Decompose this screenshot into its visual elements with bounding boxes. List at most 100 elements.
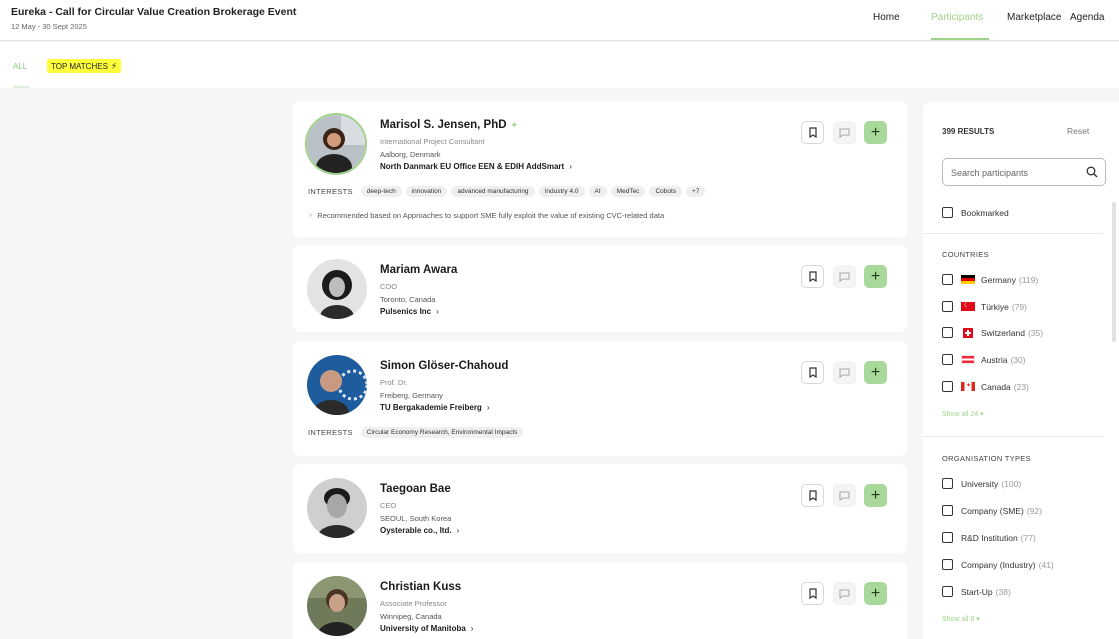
bookmark-icon xyxy=(808,271,817,282)
checkbox[interactable] xyxy=(942,274,953,285)
org-types-show-all[interactable]: Show all 8 ▾ xyxy=(942,615,980,623)
org-type-filter[interactable]: Company (SME) (92) xyxy=(942,505,1042,516)
country-count: (79) xyxy=(1011,301,1027,312)
country-filter-austria[interactable]: Austria (30) xyxy=(942,354,1026,365)
message-button[interactable] xyxy=(833,265,856,288)
country-filter-switzerland[interactable]: Switzerland (35) xyxy=(942,327,1043,338)
interest-tag: Circular Economy Research, Environmental… xyxy=(360,427,524,438)
org-type-name: Company (SME) xyxy=(961,505,1024,516)
bookmark-button[interactable] xyxy=(801,582,824,605)
checkbox[interactable] xyxy=(942,327,953,338)
bookmarked-filter[interactable]: Bookmarked xyxy=(942,207,1009,218)
message-button[interactable] xyxy=(833,121,856,144)
org-type-count: (92) xyxy=(1026,505,1042,516)
participant-organisation[interactable]: North Danmark EU Office EEN & EDIH AddSm… xyxy=(380,162,572,171)
connect-button[interactable]: + xyxy=(864,361,887,384)
participant-name[interactable]: Simon Glöser-Chahoud xyxy=(380,360,508,372)
country-name: Austria xyxy=(981,354,1008,365)
filter-label: University (100) xyxy=(961,479,1021,489)
connect-button[interactable]: + xyxy=(864,484,887,507)
checkbox[interactable] xyxy=(942,532,953,543)
checkbox[interactable] xyxy=(942,354,953,365)
chat-icon xyxy=(839,588,850,599)
interest-tag: Industry 4.0 xyxy=(538,186,585,197)
checkbox[interactable] xyxy=(942,586,953,597)
org-type-count: (77) xyxy=(1020,532,1036,543)
bookmark-button[interactable] xyxy=(801,121,824,144)
plus-icon: + xyxy=(870,584,881,602)
checkbox[interactable] xyxy=(942,207,953,218)
scrollbar[interactable] xyxy=(1112,202,1116,342)
org-type-filter[interactable]: Start-Up (38) xyxy=(942,586,1011,597)
participant-card[interactable]: Mariam Awara COO Toronto, Canada Pulseni… xyxy=(293,245,907,332)
filter-label: Switzerland (35) xyxy=(981,328,1043,338)
connect-button[interactable]: + xyxy=(864,582,887,605)
nav-home[interactable]: Home xyxy=(873,12,900,23)
checkbox[interactable] xyxy=(942,301,953,312)
participant-name[interactable]: Mariam Awara xyxy=(380,264,457,276)
message-button[interactable] xyxy=(833,582,856,605)
bookmark-button[interactable] xyxy=(801,265,824,288)
participant-organisation[interactable]: Oysterable co., ltd. › xyxy=(380,526,459,535)
participant-card[interactable]: Christian Kuss Associate Professor Winni… xyxy=(293,562,907,639)
plus-icon: + xyxy=(870,123,881,141)
chat-icon xyxy=(839,271,850,282)
germany-flag-icon xyxy=(961,275,975,284)
participant-location: Aalborg, Denmark xyxy=(380,150,441,159)
top-bar: Eureka - Call for Circular Value Creatio… xyxy=(0,0,1119,41)
org-type-filter[interactable]: Company (Industry) (41) xyxy=(942,559,1054,570)
chevron-right-icon: › xyxy=(470,624,474,633)
divider xyxy=(923,436,1103,437)
bookmark-button[interactable] xyxy=(801,361,824,384)
interests-row: INTERESTS Circular Economy Research, Env… xyxy=(308,427,524,438)
participant-card[interactable]: Taegoan Bae CEO SEOUL, South Korea Oyste… xyxy=(293,464,907,553)
reset-button[interactable]: Reset xyxy=(1067,126,1089,136)
nav-marketplace[interactable]: Marketplace xyxy=(1007,12,1061,23)
tab-all[interactable]: ALL xyxy=(13,62,27,71)
participant-role: Prof. Dr. xyxy=(380,378,408,387)
participant-organisation[interactable]: TU Bergakademie Freiberg › xyxy=(380,403,489,412)
checkbox[interactable] xyxy=(942,505,953,516)
participant-organisation[interactable]: Pulsenics Inc › xyxy=(380,307,439,316)
country-filter-germany[interactable]: Germany (119) xyxy=(942,274,1038,285)
participant-card[interactable]: Marisol S. Jensen, PhD ✦ International Pr… xyxy=(293,101,907,237)
search-input[interactable] xyxy=(951,165,1081,181)
participant-organisation[interactable]: University of Manitoba › xyxy=(380,624,473,633)
participant-name[interactable]: Marisol S. Jensen, PhD ✦ xyxy=(380,119,518,131)
connect-button[interactable]: + xyxy=(864,121,887,144)
plus-icon: + xyxy=(870,363,881,381)
message-button[interactable] xyxy=(833,484,856,507)
org-type-name: Company (Industry) xyxy=(961,559,1036,570)
recommendation-text: Recommended based on Approaches to suppo… xyxy=(317,211,665,220)
participant-name[interactable]: Christian Kuss xyxy=(380,581,461,593)
filter-label: Start-Up (38) xyxy=(961,587,1011,597)
bookmark-button[interactable] xyxy=(801,484,824,507)
participant-role: International Project Consultant xyxy=(380,137,485,146)
interests-row: INTERESTS deep-tech innovation advanced … xyxy=(308,186,706,197)
chevron-right-icon: › xyxy=(486,403,490,412)
tab-top-matches[interactable]: TOP MATCHES ⚡︎ xyxy=(47,59,122,73)
connect-button[interactable]: + xyxy=(864,265,887,288)
participant-card[interactable]: Simon Glöser-Chahoud Prof. Dr. Freiberg,… xyxy=(293,341,907,456)
nav-agenda[interactable]: Agenda xyxy=(1070,12,1104,23)
country-count: (119) xyxy=(1018,274,1039,285)
nav-participants[interactable]: Participants xyxy=(931,12,983,23)
interest-tag: deep-tech xyxy=(360,186,402,197)
checkbox[interactable] xyxy=(942,559,953,570)
checkbox[interactable] xyxy=(942,478,953,489)
organisation-name: Pulsenics Inc xyxy=(380,307,432,316)
country-filter-canada[interactable]: ✦ Canada (23) xyxy=(942,381,1029,392)
results-count: 399 RESULTS xyxy=(942,127,995,136)
participant-location: SEOUL, South Korea xyxy=(380,514,452,523)
interest-tag: innovation xyxy=(405,186,448,197)
message-button[interactable] xyxy=(833,361,856,384)
participant-name[interactable]: Taegoan Bae xyxy=(380,483,451,495)
search-icon[interactable] xyxy=(1086,166,1098,178)
countries-show-all[interactable]: Show all 24 ▾ xyxy=(942,410,984,418)
country-name: Türkiye xyxy=(981,301,1009,312)
org-type-filter[interactable]: University (100) xyxy=(942,478,1021,489)
org-type-filter[interactable]: R&D Institution (77) xyxy=(942,532,1036,543)
country-filter-turkiye[interactable]: ☾ Türkiye (79) xyxy=(942,301,1027,312)
checkbox[interactable] xyxy=(942,381,953,392)
interest-more-tag[interactable]: +7 xyxy=(686,186,706,197)
